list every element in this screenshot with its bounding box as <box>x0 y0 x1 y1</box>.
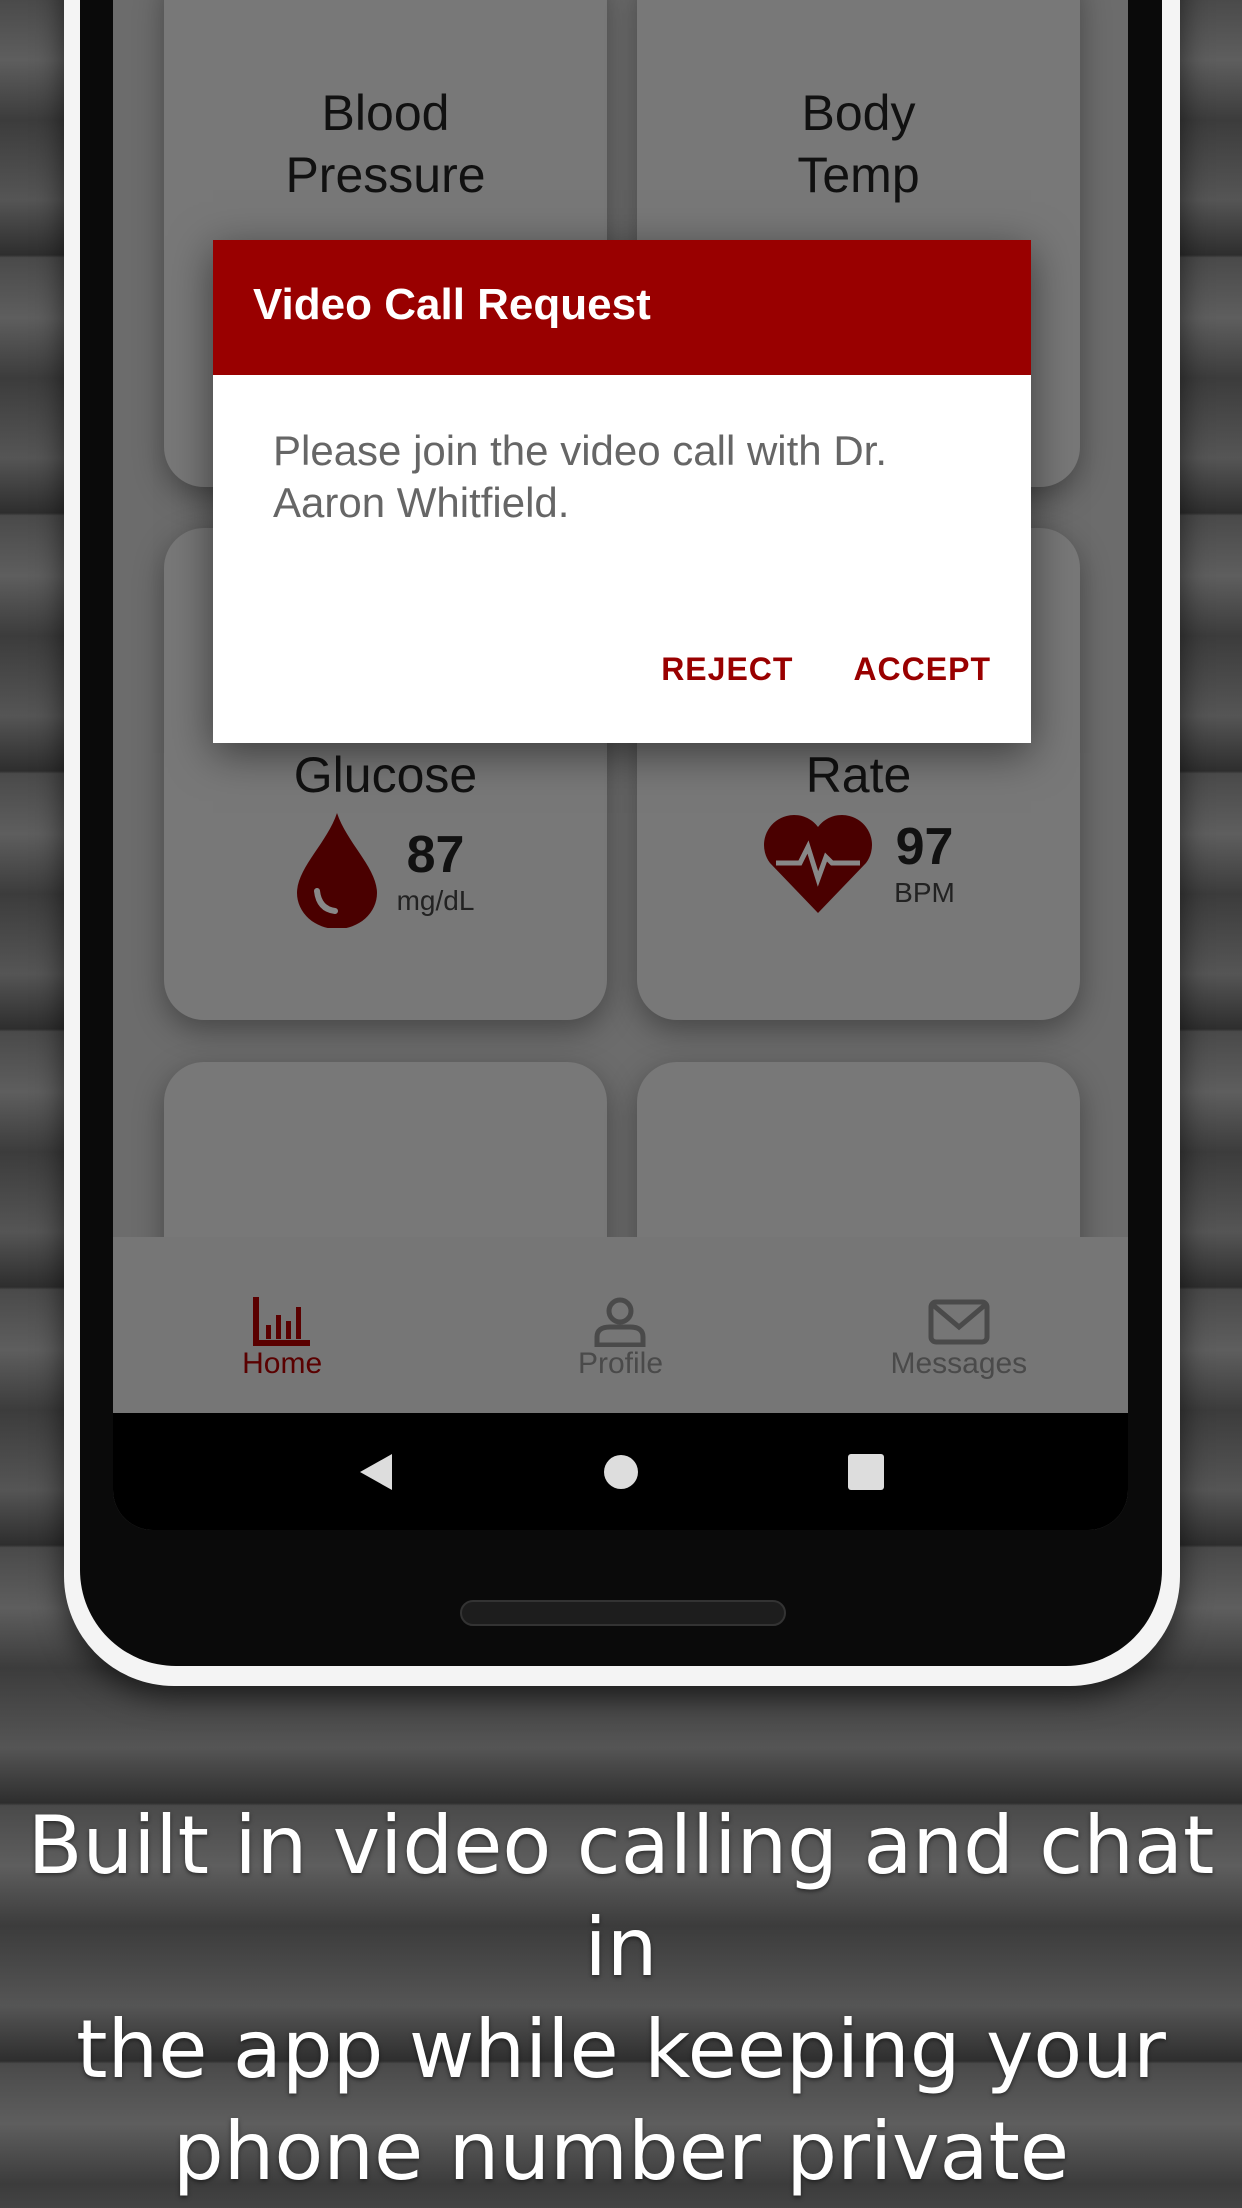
caption-line: phone number private <box>172 2105 1070 2198</box>
heart-pulse-icon <box>764 815 873 913</box>
envelope-icon <box>928 1299 990 1345</box>
dialog-title: Video Call Request <box>213 240 1031 375</box>
back-icon[interactable] <box>358 1452 394 1492</box>
accept-button[interactable]: ACCEPT <box>853 651 991 688</box>
reject-button[interactable]: REJECT <box>661 651 793 688</box>
card-title-line: Pressure <box>285 147 486 203</box>
card-title-line: Blood <box>321 85 450 141</box>
bottom-nav: Home Profile Messages <box>113 1237 1128 1413</box>
caption-line: the app while keeping your <box>76 2003 1166 2096</box>
dialog-message: Please join the video call with Dr. Aaro… <box>273 427 887 526</box>
card-title-line: Temp <box>797 147 920 203</box>
system-nav-bar <box>113 1413 1128 1530</box>
glucose-value: 87 <box>406 825 465 884</box>
recents-icon[interactable] <box>847 1453 884 1490</box>
nav-profile-label: Profile <box>577 1347 664 1380</box>
phone-screen: Blood Pressure Body Temp Glucose 87 mg/dL R… <box>113 0 1128 1530</box>
nav-profile[interactable]: Profile <box>451 1237 789 1413</box>
video-call-dialog: Video Call Request Please join the video… <box>213 240 1031 743</box>
caption-line: Built in video calling and chat in <box>27 1799 1215 1994</box>
heart-rate-metric: 97 BPM <box>637 813 1080 913</box>
card-title: Blood Pressure <box>164 82 607 206</box>
nav-home-label: Home <box>242 1347 323 1380</box>
card-title: Body Temp <box>637 82 1080 206</box>
glucose-unit: mg/dL <box>396 884 475 916</box>
heart-rate-unit: BPM <box>894 877 955 908</box>
card-title: Rate <box>805 747 912 803</box>
person-icon <box>594 1297 646 1347</box>
nav-home[interactable]: Home <box>113 1237 451 1413</box>
promo-caption: Built in video calling and chat in the a… <box>0 1795 1242 2203</box>
home-circle-icon[interactable] <box>603 1454 639 1490</box>
phone-speaker <box>460 1600 786 1626</box>
glucose-metric: 87 mg/dL <box>164 813 607 928</box>
blood-drop-icon <box>296 813 377 928</box>
card-title-line: Body <box>801 85 916 141</box>
nav-messages[interactable]: Messages <box>790 1237 1128 1413</box>
heart-rate-value: 97 <box>895 818 954 876</box>
card-title: Glucose <box>293 747 478 803</box>
bar-chart-icon <box>253 1297 311 1346</box>
nav-messages-label: Messages <box>890 1347 1028 1380</box>
